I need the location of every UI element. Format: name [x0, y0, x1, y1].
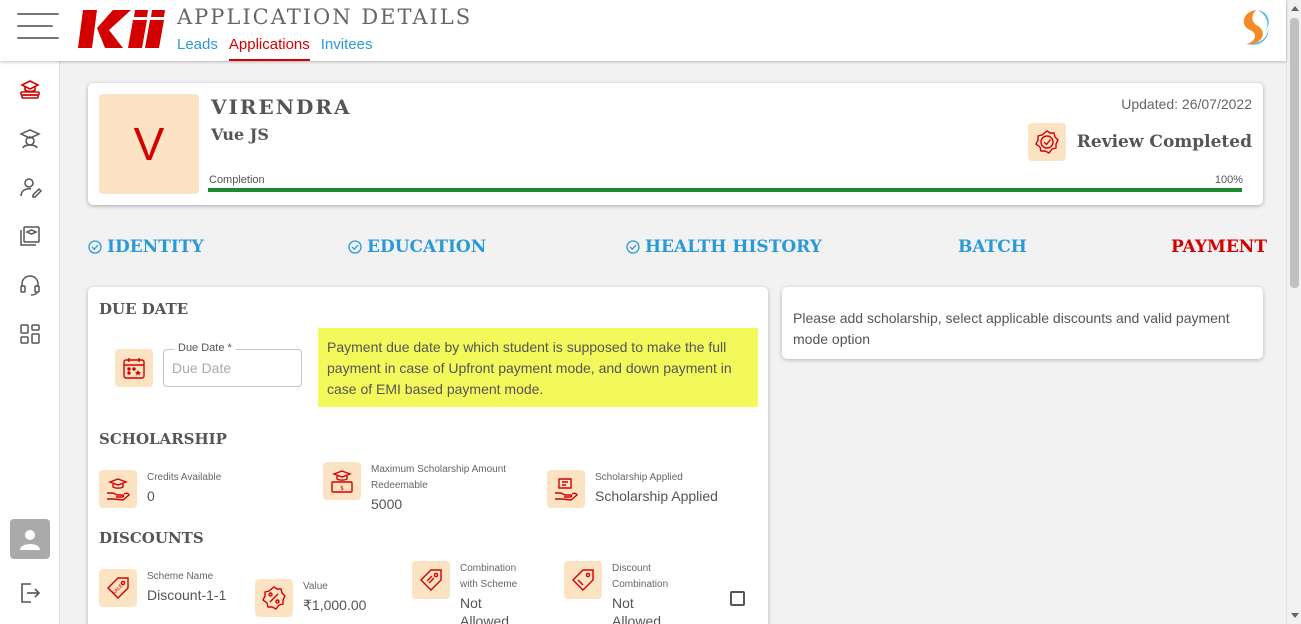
discount-combination-label: Discount Combination — [612, 563, 669, 590]
scheme-name-value: Discount-1-1 — [147, 587, 227, 603]
hand-certificate-icon — [547, 470, 585, 508]
application-steps: IDENTITY EDUCATION HEALTH HISTORY BATCH … — [88, 237, 1267, 261]
tab-leads[interactable]: Leads — [177, 36, 218, 61]
due-date-note: Payment due date by which student is sup… — [318, 328, 758, 407]
calendar-icon — [115, 349, 153, 387]
review-status: Review Completed — [1027, 123, 1252, 161]
completion-percent: 100% — [1214, 174, 1243, 186]
step-payment[interactable]: PAYMENT — [1171, 237, 1267, 257]
step-label: BATCH — [958, 237, 1027, 257]
payment-form-card: DUE DATE Due Date * Payment due date by … — [88, 287, 768, 624]
step-batch[interactable]: BATCH — [958, 237, 1027, 257]
due-date-label: Due Date * — [174, 342, 236, 354]
profile-initial: V — [99, 94, 199, 194]
avatar-icon — [20, 530, 40, 550]
discount-select-checkbox[interactable] — [730, 591, 745, 606]
logout-icon[interactable] — [18, 581, 42, 605]
hand-coin-icon — [99, 470, 137, 508]
scroll-up-icon[interactable] — [1291, 6, 1299, 11]
scholarship-heading: SCHOLARSHIP — [99, 430, 227, 448]
discounts-heading: DISCOUNTS — [99, 529, 204, 547]
sidebar — [0, 61, 60, 624]
cap-money-icon: $ — [323, 462, 361, 500]
step-health-history[interactable]: HEALTH HISTORY — [626, 237, 822, 257]
credits-available-label: Credits Available — [147, 472, 222, 483]
payment-info-message: Please add scholarship, select applicabl… — [793, 310, 1230, 347]
svg-text:$: $ — [340, 485, 344, 492]
top-header: APPLICATION DETAILS Leads Applications I… — [0, 0, 1286, 61]
due-date-input[interactable] — [164, 350, 301, 386]
step-education[interactable]: EDUCATION — [348, 237, 486, 257]
discount-value-amount: ₹1,000.00 — [303, 597, 367, 613]
user-edit-icon[interactable] — [18, 175, 43, 199]
sale-tag-icon: SALE — [99, 569, 137, 607]
tab-invitees[interactable]: Invitees — [321, 36, 373, 61]
combination-scheme-label: Combination with Scheme — [460, 563, 518, 590]
graduation-stack-icon[interactable] — [18, 77, 42, 101]
brand-mark-icon — [1243, 10, 1269, 45]
price-tag-icon — [564, 561, 602, 599]
max-scholarship-stat: $ Maximum Scholarship Amount Redeemable … — [323, 462, 523, 513]
discount-combination-value: Not Allowed — [612, 595, 662, 624]
check-circle-icon — [88, 240, 102, 254]
updated-date: Updated: 26/07/2022 — [1121, 96, 1252, 112]
step-label: IDENTITY — [107, 237, 204, 257]
completion-progress-bar — [208, 188, 1242, 192]
dashboard-grid-icon[interactable] — [18, 322, 42, 346]
student-cap-icon[interactable] — [18, 126, 42, 150]
tag-icon — [412, 561, 450, 599]
kii-logo[interactable] — [75, 8, 165, 50]
credits-available-value: 0 — [147, 488, 155, 504]
menu-icon[interactable] — [17, 13, 59, 39]
step-label: PAYMENT — [1171, 237, 1267, 257]
scroll-down-icon[interactable] — [1291, 613, 1299, 618]
scroll-thumb[interactable] — [1290, 18, 1299, 288]
courses-icon[interactable] — [18, 224, 42, 248]
percent-badge-icon — [255, 579, 293, 617]
tab-applications[interactable]: Applications — [228, 36, 310, 61]
due-date-heading: DUE DATE — [99, 300, 189, 318]
payment-info-card: Please add scholarship, select applicabl… — [782, 287, 1263, 359]
profile-card: V VIRENDRA Vue JS Updated: 26/07/2022 Re… — [88, 83, 1263, 205]
completion-progress-fill — [208, 188, 1242, 192]
check-circle-icon — [626, 240, 640, 254]
scheme-name-label: Scheme Name — [147, 571, 214, 582]
review-status-label: Review Completed — [1076, 132, 1252, 152]
credits-available-stat: Credits Available 0 — [99, 470, 221, 508]
completion-label: Completion — [209, 174, 265, 186]
max-scholarship-label: Maximum Scholarship Amount Redeemable — [371, 464, 507, 491]
step-label: EDUCATION — [367, 237, 487, 257]
step-label: HEALTH HISTORY — [645, 237, 822, 257]
scholarship-applied-value: Scholarship Applied — [595, 488, 718, 504]
page-title: APPLICATION DETAILS — [177, 5, 473, 29]
discount-value-label: Value — [303, 581, 328, 592]
check-circle-icon — [348, 240, 362, 254]
combination-scheme-value: Not Allowed — [460, 595, 510, 624]
headset-icon[interactable] — [18, 273, 42, 297]
profile-course: Vue JS — [211, 125, 269, 144]
due-date-field: Due Date * — [163, 342, 302, 387]
step-identity[interactable]: IDENTITY — [88, 237, 204, 257]
user-avatar[interactable] — [10, 519, 50, 559]
scholarship-applied-stat: Scholarship Applied Scholarship Applied — [547, 470, 718, 508]
page-scrollbar[interactable] — [1286, 0, 1301, 624]
combination-scheme-stat: Combination with Scheme Not Allowed — [412, 561, 552, 624]
discount-value-stat: Value ₹1,000.00 — [255, 579, 366, 617]
max-scholarship-value: 5000 — [371, 496, 403, 512]
header-tabs: Leads Applications Invitees — [177, 36, 372, 61]
profile-name: VIRENDRA — [211, 95, 352, 119]
discount-combination-stat: Discount Combination Not Allowed — [564, 561, 704, 624]
scheme-name-stat: SALE Scheme Name Discount-1-1 — [99, 569, 239, 607]
review-badge-icon — [1027, 123, 1066, 161]
scholarship-applied-label: Scholarship Applied — [595, 472, 683, 483]
